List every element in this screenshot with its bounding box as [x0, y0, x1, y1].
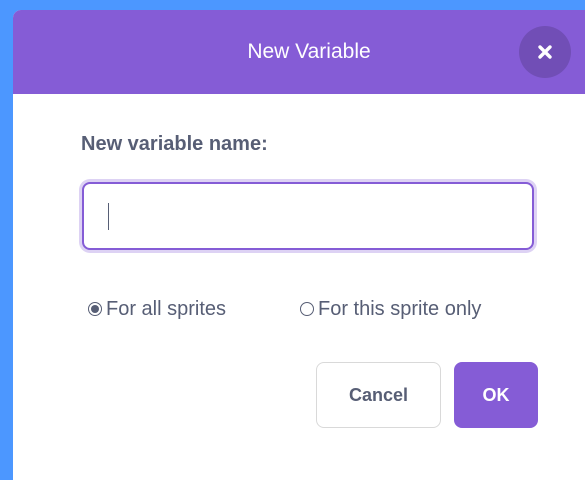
- new-variable-dialog: New Variable New variable name: For all …: [13, 10, 585, 480]
- close-button[interactable]: [519, 26, 571, 78]
- radio-unchecked-icon: [300, 302, 314, 316]
- radio-for-all-sprites[interactable]: For all sprites: [88, 296, 226, 322]
- radio-checked-icon: [88, 302, 102, 316]
- dialog-title: New Variable: [247, 40, 371, 63]
- text-cursor: [108, 203, 109, 230]
- radio-label-this-sprite-only: For this sprite only: [318, 297, 482, 320]
- dialog-header: New Variable: [13, 10, 585, 94]
- radio-for-this-sprite-only[interactable]: For this sprite only: [300, 296, 481, 322]
- variable-name-label: New variable name:: [81, 133, 268, 155]
- variable-name-input[interactable]: [82, 182, 534, 250]
- radio-label-all-sprites: For all sprites: [106, 297, 227, 320]
- ok-button[interactable]: OK: [454, 362, 538, 428]
- close-icon: [538, 45, 552, 59]
- cancel-button[interactable]: Cancel: [316, 362, 441, 428]
